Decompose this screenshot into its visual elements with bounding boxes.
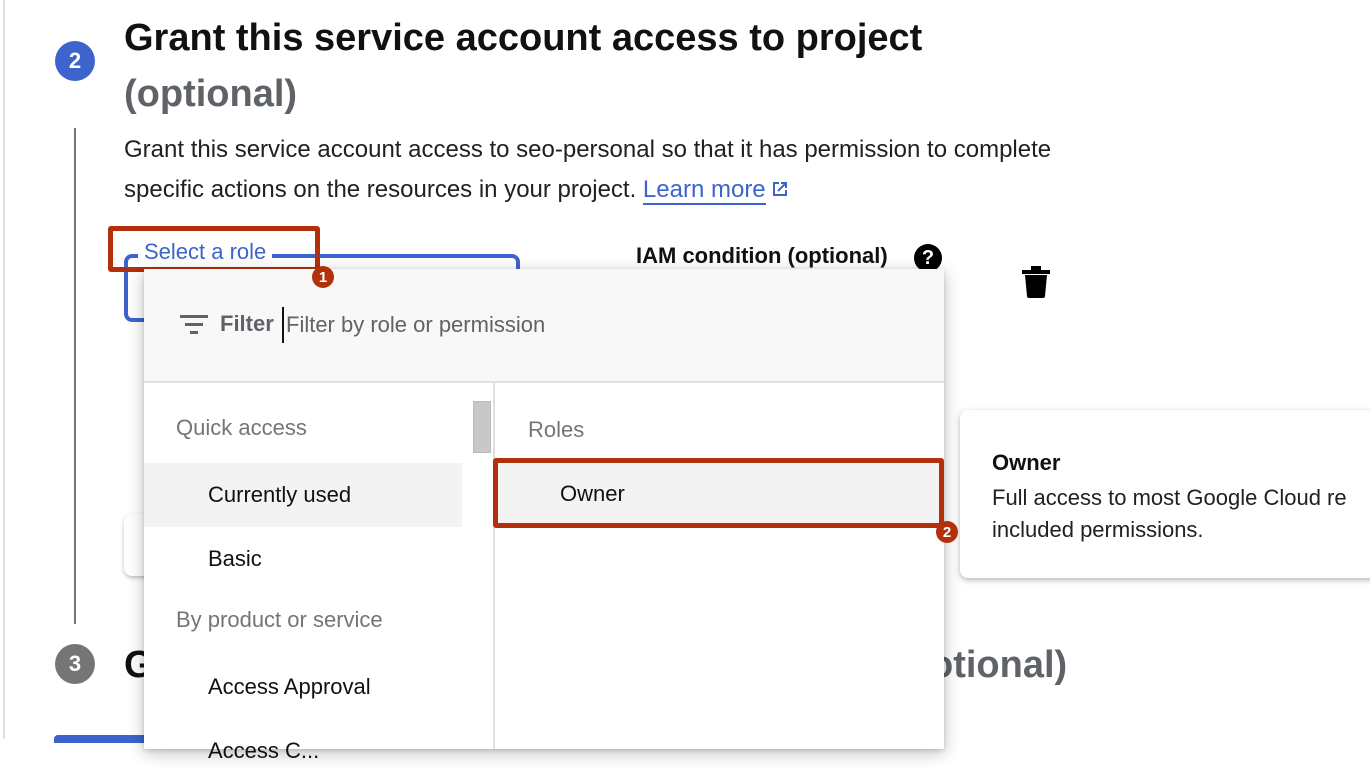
- category-item-access-approval[interactable]: Access Approval: [144, 655, 462, 719]
- category-list: Quick access Currently used Basic By pro…: [144, 383, 494, 763]
- step-2-title-text: Grant this service account access to pro…: [124, 17, 923, 59]
- by-product-header: By product or service: [176, 607, 383, 632]
- learn-more-link[interactable]: Learn more: [642, 176, 766, 205]
- page-left-border: [3, 0, 5, 739]
- category-scrollbar[interactable]: [473, 401, 491, 453]
- step-2-description: Grant this service account access to seo…: [124, 130, 1084, 210]
- filter-icon: [180, 315, 208, 334]
- step-connector-line: [74, 128, 76, 624]
- category-item-access-context[interactable]: Access C...: [144, 719, 462, 783]
- trash-icon[interactable]: [1022, 266, 1050, 298]
- roles-list: Roles Owner: [495, 383, 944, 749]
- category-item-basic[interactable]: Basic: [144, 527, 462, 591]
- iam-condition-label: IAM condition (optional): [636, 243, 888, 268]
- step-3-badge: 3: [55, 644, 95, 684]
- annotation-box-2: [493, 458, 944, 528]
- continue-button[interactable]: [54, 735, 154, 743]
- step-2-title: Grant this service account access to pro…: [124, 10, 922, 122]
- annotation-number-1: 1: [312, 266, 334, 288]
- description-text: Grant this service account access to seo…: [124, 136, 1052, 203]
- role-description-text: Full access to most Google Cloud re incl…: [992, 482, 1370, 546]
- role-description-title: Owner: [992, 450, 1061, 475]
- quick-access-header: Quick access: [176, 415, 307, 440]
- step-2-title-optional: (optional): [124, 73, 298, 115]
- roles-header: Roles: [528, 417, 585, 442]
- filter-bar: Filter: [144, 269, 944, 383]
- help-icon[interactable]: ?: [914, 244, 942, 272]
- role-description-line-2: included permissions.: [992, 517, 1204, 542]
- annotation-box-1: [108, 226, 320, 272]
- step-3-title-optional: otional): [930, 644, 1068, 686]
- role-description-line-1: Full access to most Google Cloud re: [992, 485, 1347, 510]
- role-description-card: Owner Full access to most Google Cloud r…: [960, 410, 1370, 578]
- filter-label: Filter: [220, 311, 274, 336]
- step-2-badge: 2: [55, 41, 95, 81]
- annotation-number-2: 2: [936, 521, 958, 543]
- external-link-icon: [772, 182, 787, 196]
- filter-input[interactable]: [282, 307, 788, 343]
- category-item-currently-used[interactable]: Currently used: [144, 463, 462, 527]
